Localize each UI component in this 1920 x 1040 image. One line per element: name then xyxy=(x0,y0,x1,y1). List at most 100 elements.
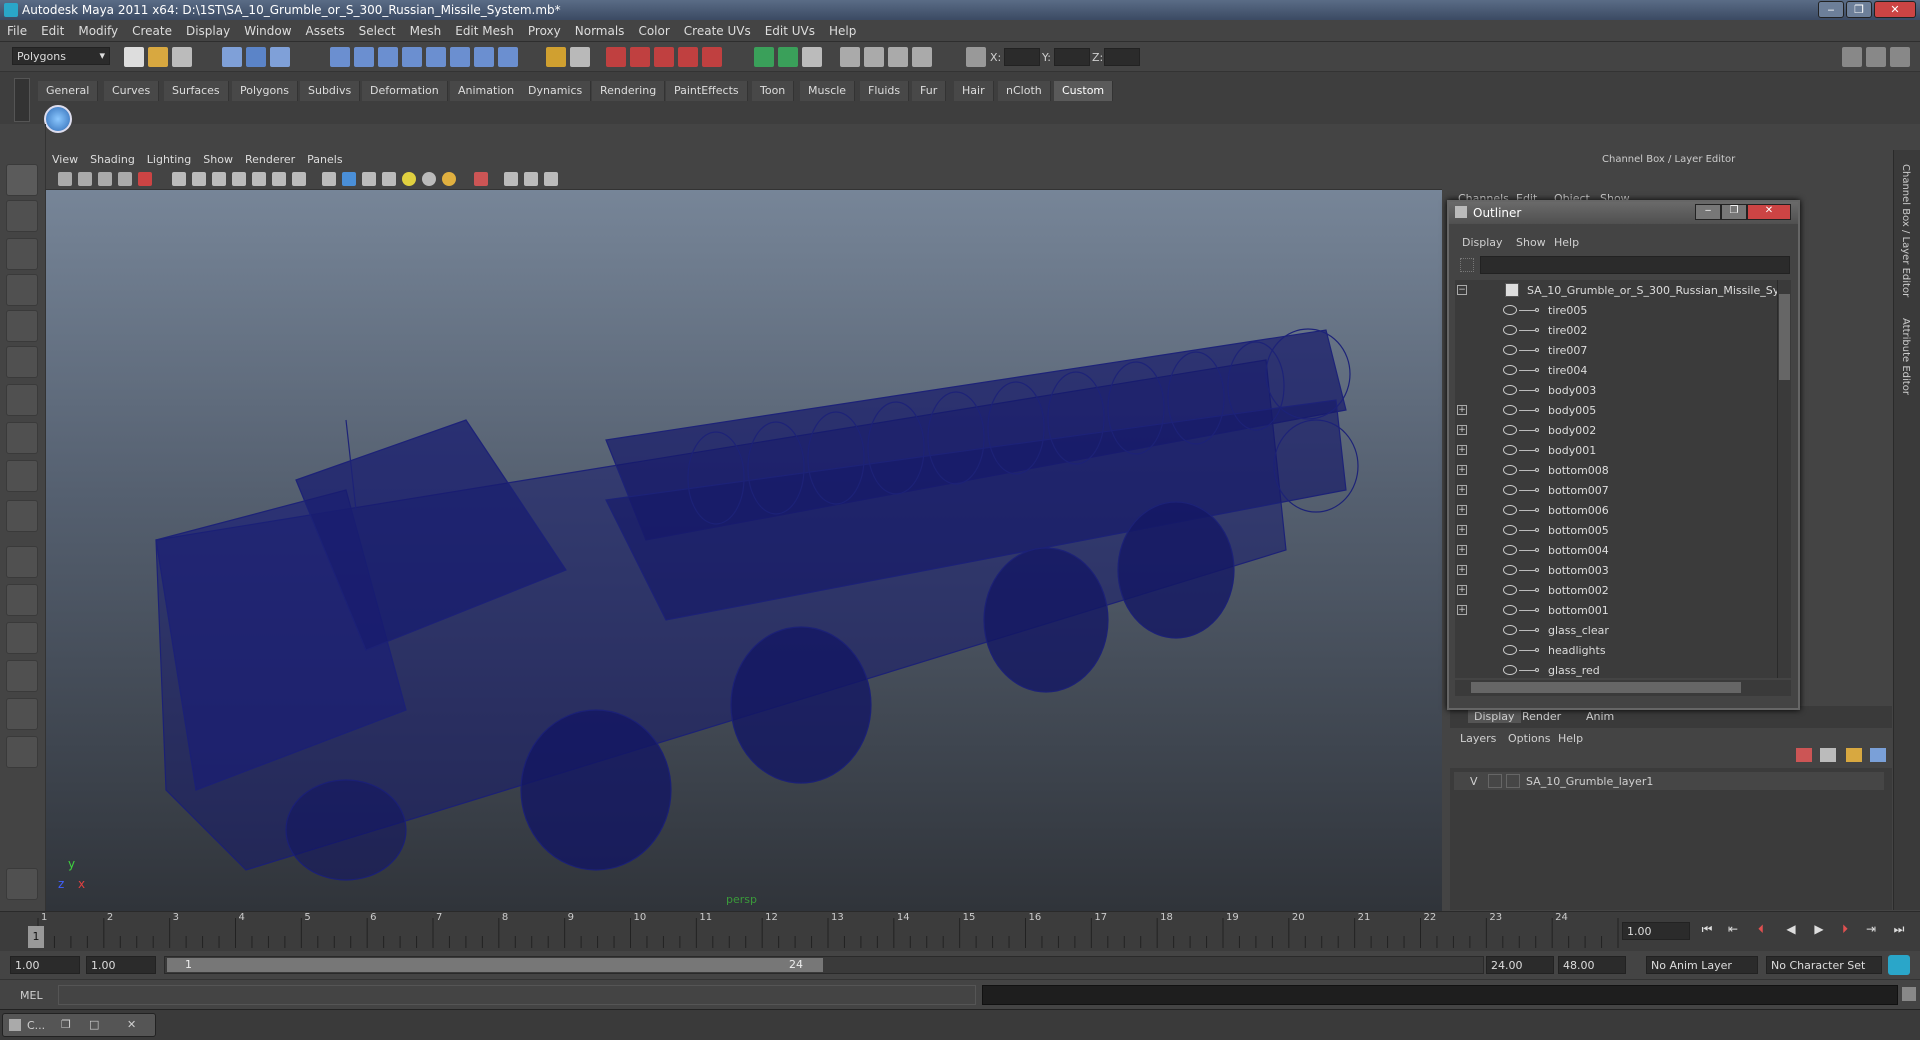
outliner-item[interactable]: tire007 xyxy=(1455,340,1777,360)
checkmark-icon[interactable] xyxy=(44,105,72,133)
outliner-hscrollbar[interactable] xyxy=(1455,680,1791,696)
rotate-tool-icon[interactable] xyxy=(6,310,38,342)
expand-icon[interactable]: + xyxy=(1457,405,1467,415)
shelf-tab-hair[interactable]: Hair xyxy=(954,81,994,101)
soft-mod-icon[interactable] xyxy=(6,422,38,454)
xray-icon[interactable] xyxy=(322,172,336,186)
menu-color[interactable]: Color xyxy=(631,20,676,38)
outliner-close-button[interactable]: ✕ xyxy=(1747,204,1791,220)
panel-layout-icon[interactable] xyxy=(802,47,822,67)
expand-icon[interactable]: + xyxy=(1457,505,1467,515)
maximize-icon[interactable]: □ xyxy=(89,1018,99,1031)
play-forward-icon[interactable]: ▶ xyxy=(1810,922,1828,940)
vp-menu-lighting[interactable]: Lighting xyxy=(141,150,197,166)
time-slider[interactable]: 1 2 3 4 5 6 7 8 9 10 11 12 13 14 15 16 17 18 19 20 21 22 23 24 … xyxy=(0,911,1920,951)
camera3-icon[interactable] xyxy=(888,47,908,67)
step-back-icon[interactable]: ⏴ xyxy=(1752,922,1770,940)
shelf-tab-ncloth[interactable]: nCloth xyxy=(998,81,1051,101)
expand-icon[interactable]: + xyxy=(1457,565,1467,575)
restore-icon[interactable]: ❐ xyxy=(61,1018,71,1031)
range-slider-handle[interactable] xyxy=(167,958,823,972)
outliner-menu-display[interactable]: Display xyxy=(1462,236,1503,249)
vp-menu-panels[interactable]: Panels xyxy=(301,150,348,166)
outliner-filter-icon[interactable] xyxy=(1460,258,1474,272)
toggle-panel-icon[interactable] xyxy=(754,47,774,67)
shelf-tab-fluids[interactable]: Fluids xyxy=(860,81,910,101)
shelf-tab-surfaces[interactable]: Surfaces xyxy=(164,81,229,101)
outliner-item[interactable]: + body001 xyxy=(1455,440,1777,460)
close-button[interactable]: ✕ xyxy=(1874,1,1916,18)
playback-end-field[interactable]: 24.00 xyxy=(1486,956,1554,974)
auto-key-icon[interactable] xyxy=(1888,955,1910,975)
shelf-tab-toon[interactable]: Toon xyxy=(752,81,795,101)
sphere-icon[interactable] xyxy=(422,172,436,186)
step-forward-key-icon[interactable]: ⇥ xyxy=(1862,922,1880,940)
vp-menu-renderer[interactable]: Renderer xyxy=(239,150,301,166)
shelf-tab-animation[interactable]: Animation xyxy=(450,81,524,101)
manipulator-icon[interactable] xyxy=(6,384,38,416)
expand-icon[interactable]: + xyxy=(1457,545,1467,555)
ipr-render-icon[interactable] xyxy=(630,47,650,67)
default-light-icon[interactable] xyxy=(442,172,456,186)
maximize-button[interactable]: ❐ xyxy=(1846,1,1872,18)
move-down-icon[interactable] xyxy=(1870,748,1886,762)
outliner-item[interactable]: + bottom002 xyxy=(1455,580,1777,600)
select-tool-icon[interactable] xyxy=(6,164,38,196)
play-backward-icon[interactable]: ◀ xyxy=(1782,922,1800,940)
layout-single-icon[interactable] xyxy=(6,546,38,578)
outliner-item[interactable]: + body005 xyxy=(1455,400,1777,420)
open-scene-icon[interactable] xyxy=(148,47,168,67)
command-language-label[interactable]: MEL xyxy=(20,989,43,1002)
menu-mesh[interactable]: Mesh xyxy=(403,20,449,38)
current-frame-marker[interactable]: 1 xyxy=(28,926,44,948)
start-time-field[interactable]: 1.00 xyxy=(10,956,80,974)
outliner-item[interactable]: + bottom005 xyxy=(1455,520,1777,540)
y-field[interactable] xyxy=(1054,48,1090,66)
bounding-box-icon[interactable] xyxy=(232,172,246,186)
camera-attr-icon[interactable] xyxy=(78,172,92,186)
select-component-icon[interactable] xyxy=(270,47,290,67)
help-icon[interactable] xyxy=(498,47,518,67)
end-time-field[interactable]: 48.00 xyxy=(1558,956,1626,974)
layer-tab-display[interactable]: Display xyxy=(1468,710,1521,723)
layer-tab-anim[interactable]: Anim xyxy=(1586,710,1614,723)
close-icon[interactable]: ✕ xyxy=(127,1018,136,1031)
menu-edit-mesh[interactable]: Edit Mesh xyxy=(448,20,521,38)
outliner-root-item[interactable]: − SA_10_Grumble_or_S_300_Russian_Missile_… xyxy=(1455,280,1777,300)
layer-menu-options[interactable]: Options xyxy=(1508,732,1550,745)
layout-graph-icon[interactable] xyxy=(6,660,38,692)
minimized-window[interactable]: C... ❐ □ ✕ xyxy=(2,1013,156,1037)
lasso-tool-icon[interactable] xyxy=(6,200,38,232)
textured-icon[interactable] xyxy=(272,172,286,186)
layer-menu-help[interactable]: Help xyxy=(1558,732,1583,745)
layout-four-icon[interactable] xyxy=(6,584,38,616)
history-icon[interactable] xyxy=(450,47,470,67)
minimize-button[interactable]: ‒ xyxy=(1818,1,1844,18)
script-editor-button-icon[interactable] xyxy=(1902,987,1916,1001)
mode-dropdown[interactable]: Polygons ▾ xyxy=(12,47,110,65)
shelf-tab-polygons[interactable]: Polygons xyxy=(232,81,298,101)
menu-file[interactable]: File xyxy=(0,20,34,38)
shelf-tab-dynamics[interactable]: Dynamics xyxy=(520,81,592,101)
layer-name[interactable]: SA_10_Grumble_layer1 xyxy=(1526,775,1653,788)
new-layer-selected-icon[interactable] xyxy=(1820,748,1836,762)
outliner-item[interactable]: body003 xyxy=(1455,380,1777,400)
outliner-search-field[interactable] xyxy=(1480,256,1790,274)
outliner-item[interactable]: + body002 xyxy=(1455,420,1777,440)
outliner-item[interactable]: + bottom001 xyxy=(1455,600,1777,620)
outliner-menu-show[interactable]: Show xyxy=(1516,236,1546,249)
expand-icon[interactable]: + xyxy=(1457,605,1467,615)
outliner-vscroll-thumb[interactable] xyxy=(1779,294,1790,380)
vp-menu-view[interactable]: View xyxy=(46,150,84,166)
last-tool-icon[interactable] xyxy=(6,460,38,492)
wireframe-icon[interactable] xyxy=(172,172,186,186)
outliner-item[interactable]: tire004 xyxy=(1455,360,1777,380)
outliner-hscroll-thumb[interactable] xyxy=(1471,682,1741,693)
shelf-menu-icon[interactable] xyxy=(14,78,30,122)
select-object-icon[interactable] xyxy=(246,47,266,67)
shelf-tab-rendering[interactable]: Rendering xyxy=(592,81,666,101)
layer-menu-layers[interactable]: Layers xyxy=(1460,732,1496,745)
hypershade-icon[interactable] xyxy=(678,47,698,67)
shelf-tab-deformation[interactable]: Deformation xyxy=(362,81,448,101)
camera-icon[interactable] xyxy=(840,47,860,67)
